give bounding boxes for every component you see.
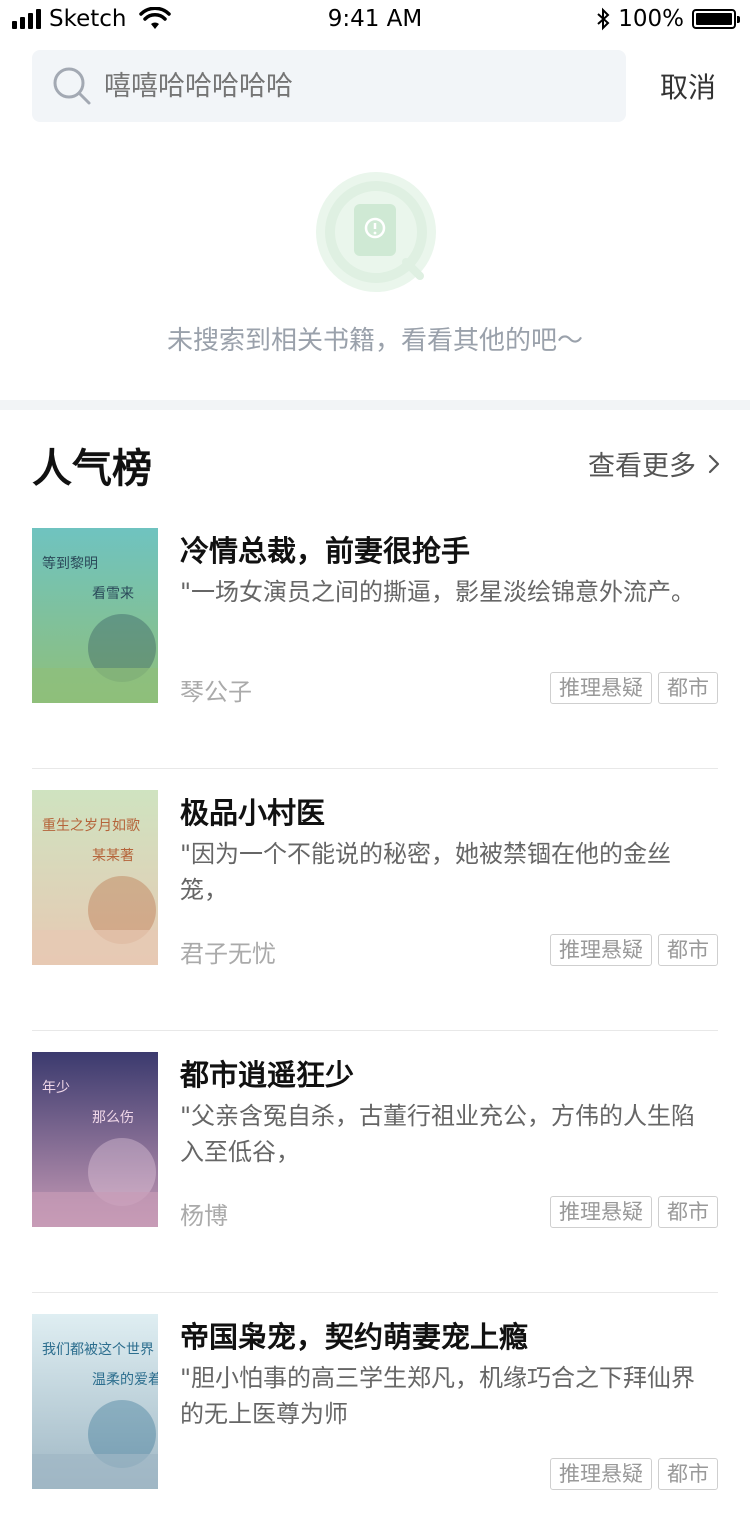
book-cover: 等到黎明看雪来	[32, 528, 158, 703]
book-item[interactable]: 年少 那么伤 都市逍遥狂少 "父亲含冤自杀，古董行祖业充公，方伟的人生陷入至低谷， 杨博…	[32, 1030, 718, 1270]
book-description: "一场女演员之间的撕逼，影星淡绘锦意外流产。	[180, 578, 696, 606]
cover-text: 年少	[42, 1080, 70, 1096]
battery-percent: 100%	[618, 6, 684, 32]
chevron-right-icon	[708, 454, 720, 473]
genre-tag[interactable]: 都市	[658, 672, 718, 704]
genre-tag[interactable]: 都市	[658, 934, 718, 966]
book-tags: 推理悬疑 都市	[550, 672, 718, 704]
book-description: "父亲含冤自杀，古董行祖业充公，方伟的人生陷入至低谷，	[180, 1102, 696, 1166]
cover-text: 看雪来	[92, 586, 134, 602]
book-cover: 年少那么伤	[32, 1052, 158, 1227]
cover-text: 重生之岁月如歌	[42, 818, 140, 834]
section-title: 人气榜	[32, 445, 152, 492]
status-right: 100%	[596, 6, 740, 32]
book-author: 琴公子	[180, 678, 252, 706]
book-item[interactable]: 重生之岁月如歌 某某著 极品小村医 "因为一个不能说的秘密，她被禁锢在他的金丝笼， 君子…	[32, 768, 718, 1008]
book-description: "胆小怕事的高三学生郑凡，机缘巧合之下拜仙界的无上医尊为师	[180, 1364, 696, 1428]
book-item[interactable]: 等到黎明 看雪来 冷情总裁，前妻很抢手 "一场女演员之间的撕逼，影星淡绘锦意外流产。琴…	[32, 528, 718, 746]
section-divider	[0, 400, 750, 410]
cover-text: 某某著	[92, 848, 134, 864]
book-tags: 推理悬疑 都市	[550, 1458, 718, 1490]
genre-tag[interactable]: 推理悬疑	[550, 1458, 652, 1490]
cover-text: 那么伤	[92, 1110, 134, 1126]
book-tags: 推理悬疑 都市	[550, 934, 718, 966]
search-input[interactable]	[104, 50, 604, 122]
book-title: 都市逍遥狂少	[180, 1058, 355, 1092]
battery-icon	[692, 9, 740, 29]
book-title: 冷情总裁，前妻很抢手	[180, 534, 471, 568]
book-tags: 推理悬疑 都市	[550, 1196, 718, 1228]
cover-text: 我们都被这个世界	[42, 1341, 154, 1358]
bluetooth-icon	[597, 7, 610, 31]
book-cover: 重生之岁月如歌某某著	[32, 790, 158, 965]
search-icon	[53, 67, 91, 105]
empty-state-message: 未搜索到相关书籍，看看其他的吧～	[166, 326, 583, 356]
book-cover: 我们都被这个世界温柔的爱着	[32, 1314, 158, 1489]
cover-text: 等到黎明	[42, 555, 98, 572]
book-item[interactable]: 我们都被这个世界 温柔的爱着 帝国枭宠，契约萌妻宠上瘾 "胆小怕事的高三学生郑凡，机缘…	[32, 1292, 718, 1532]
see-more-label: 查看更多	[588, 451, 696, 482]
cover-text: 温柔的爱着	[92, 1372, 158, 1388]
status-bar: Sketch 9:41 AM 100%	[0, 0, 750, 40]
battery-level	[696, 13, 732, 25]
genre-tag[interactable]: 推理悬疑	[550, 672, 652, 704]
cancel-button[interactable]: 取消	[660, 66, 716, 106]
book-author: 杨博	[180, 1202, 228, 1230]
genre-tag[interactable]: 推理悬疑	[550, 934, 652, 966]
no-results-icon	[316, 172, 436, 292]
see-more-link[interactable]: 查看更多	[588, 444, 720, 483]
genre-tag[interactable]: 都市	[658, 1458, 718, 1490]
book-description: "因为一个不能说的秘密，她被禁锢在他的金丝笼，	[180, 840, 672, 904]
book-list: 等到黎明 看雪来 冷情总裁，前妻很抢手 "一场女演员之间的撕逼，影星淡绘锦意外流产。琴…	[32, 528, 718, 1532]
book-author: 君子无忧	[180, 940, 276, 968]
genre-tag[interactable]: 都市	[658, 1196, 718, 1228]
search-bar[interactable]	[32, 50, 626, 122]
genre-tag[interactable]: 推理悬疑	[550, 1196, 652, 1228]
book-title: 极品小村医	[180, 796, 326, 830]
book-title: 帝国枭宠，契约萌妻宠上瘾	[180, 1320, 529, 1354]
